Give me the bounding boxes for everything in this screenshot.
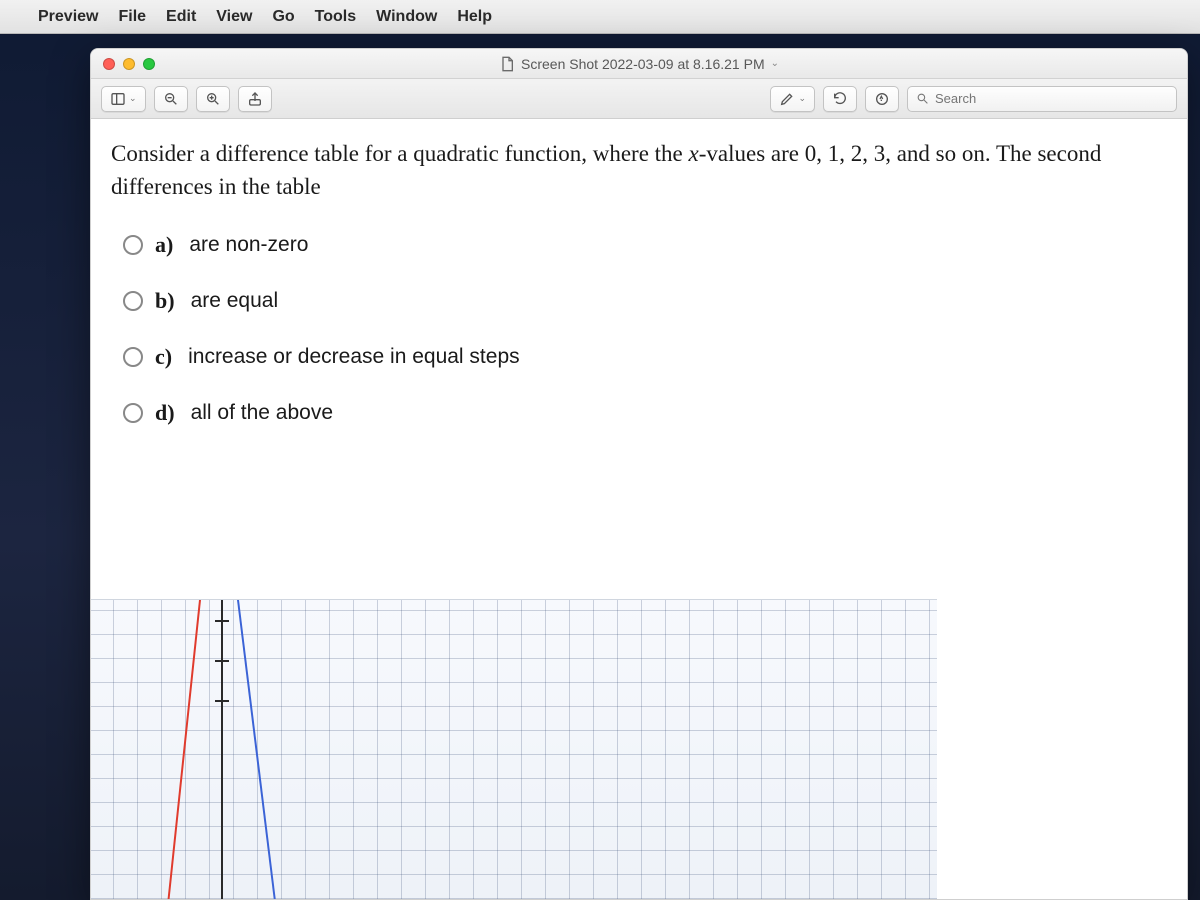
prompt-pre: Consider a difference table for a quadra…: [111, 141, 689, 166]
search-input[interactable]: [935, 91, 1168, 106]
menubar-edit[interactable]: Edit: [166, 8, 196, 26]
y-axis-line: [221, 600, 223, 899]
radio-icon[interactable]: [123, 235, 143, 255]
preview-window: Screen Shot 2022-03-09 at 8.16.21 PM ⌄ ⌄: [90, 48, 1188, 900]
graph-background: [91, 599, 937, 899]
axis-tick: [215, 700, 229, 702]
axis-tick: [215, 660, 229, 662]
macos-menubar: Preview File Edit View Go Tools Window H…: [0, 0, 1200, 34]
markup-pencil-button[interactable]: ⌄: [770, 86, 815, 112]
menubar-help[interactable]: Help: [457, 8, 492, 26]
document-viewport[interactable]: Consider a difference table for a quadra…: [91, 119, 1187, 899]
rotate-button[interactable]: [823, 86, 857, 112]
choice-c[interactable]: c) increase or decrease in equal steps: [123, 344, 1167, 370]
radio-icon[interactable]: [123, 347, 143, 367]
choice-d[interactable]: d) all of the above: [123, 400, 1167, 426]
share-button[interactable]: [238, 86, 272, 112]
preview-toolbar: ⌄ ⌄: [91, 79, 1187, 119]
menubar-file[interactable]: File: [118, 8, 146, 26]
choice-text: are non-zero: [189, 233, 308, 257]
menubar-go[interactable]: Go: [272, 8, 294, 26]
red-curve: [168, 600, 201, 899]
search-field[interactable]: [907, 86, 1177, 112]
choice-b[interactable]: b) are equal: [123, 288, 1167, 314]
fullscreen-window-icon[interactable]: [143, 58, 155, 70]
quiz-question: Consider a difference table for a quadra…: [91, 119, 1187, 456]
choice-a[interactable]: a) are non-zero: [123, 232, 1167, 258]
menubar-view[interactable]: View: [216, 8, 252, 26]
markup-toolbar-button[interactable]: [865, 86, 899, 112]
choice-letter: c): [155, 344, 172, 370]
close-window-icon[interactable]: [103, 58, 115, 70]
blue-curve: [237, 600, 276, 899]
radio-icon[interactable]: [123, 291, 143, 311]
choice-letter: d): [155, 400, 175, 426]
axis-tick: [215, 620, 229, 622]
choice-letter: a): [155, 232, 173, 258]
chevron-down-icon: ⌄: [129, 93, 137, 104]
menubar-tools[interactable]: Tools: [315, 8, 356, 26]
chevron-down-icon: ⌄: [798, 93, 806, 104]
question-prompt: Consider a difference table for a quadra…: [111, 137, 1167, 204]
menubar-app-name[interactable]: Preview: [38, 8, 98, 26]
chevron-down-icon: ⌄: [771, 58, 779, 69]
sidebar-view-button[interactable]: ⌄: [101, 86, 146, 112]
search-icon: [916, 92, 929, 105]
window-title: Screen Shot 2022-03-09 at 8.16.21 PM ⌄: [91, 56, 1187, 72]
window-titlebar[interactable]: Screen Shot 2022-03-09 at 8.16.21 PM ⌄: [91, 49, 1187, 79]
zoom-out-button[interactable]: [154, 86, 188, 112]
menubar-window[interactable]: Window: [376, 8, 437, 26]
choice-text: increase or decrease in equal steps: [188, 345, 520, 369]
minimize-window-icon[interactable]: [123, 58, 135, 70]
choice-list: a) are non-zero b) are equal c) increase…: [111, 232, 1167, 426]
prompt-xvar: x: [689, 141, 699, 166]
radio-icon[interactable]: [123, 403, 143, 423]
window-title-text: Screen Shot 2022-03-09 at 8.16.21 PM: [521, 56, 765, 72]
zoom-in-button[interactable]: [196, 86, 230, 112]
choice-text: all of the above: [191, 401, 333, 425]
choice-text: are equal: [191, 289, 279, 313]
traffic-lights: [91, 58, 155, 70]
document-icon: [499, 56, 515, 72]
choice-letter: b): [155, 288, 175, 314]
